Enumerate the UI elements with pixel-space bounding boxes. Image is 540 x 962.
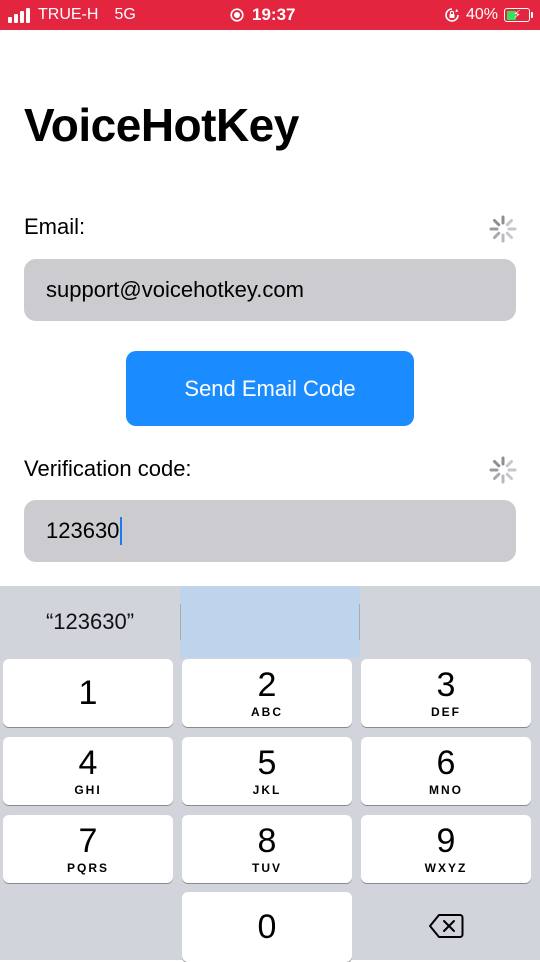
- suggestion-divider: [359, 604, 360, 640]
- key-6[interactable]: 6 MNO: [361, 737, 531, 805]
- numeric-keyboard: “123630” 1 2 ABC 3 DEF 4 GHI 5 JKL 6 MNO…: [0, 586, 540, 962]
- delete-key[interactable]: [360, 892, 532, 960]
- status-center: 19:37: [230, 0, 295, 30]
- status-bar: TRUE-H 5G 19:37 40% ⚡: [0, 0, 540, 30]
- clock: 19:37: [252, 5, 296, 24]
- key-8[interactable]: 8 TUV: [182, 815, 352, 883]
- suggestion-divider: [180, 604, 181, 640]
- loading-spinner-icon: [489, 215, 517, 243]
- backspace-icon: [429, 914, 464, 938]
- suggestion-slot-center[interactable]: [180, 586, 360, 658]
- key-2[interactable]: 2 ABC: [182, 659, 352, 727]
- key-7[interactable]: 7 PQRS: [3, 815, 173, 883]
- page-title: VoiceHotKey: [24, 99, 299, 151]
- email-label: Email:: [24, 214, 86, 239]
- send-button-label: Send Email Code: [184, 375, 356, 401]
- loading-spinner-icon: [489, 456, 517, 484]
- status-right: 40% ⚡: [444, 0, 533, 30]
- verification-label: Verification code:: [24, 456, 192, 481]
- key-0[interactable]: 0: [182, 892, 352, 962]
- email-value: support@voicehotkey.com: [46, 277, 304, 302]
- battery-icon: ⚡: [504, 8, 533, 22]
- email-field[interactable]: support@voicehotkey.com: [24, 259, 516, 321]
- verification-code-value: 123630: [46, 518, 120, 543]
- key-3[interactable]: 3 DEF: [361, 659, 531, 727]
- orientation-lock-icon: [445, 8, 459, 22]
- key-5[interactable]: 5 JKL: [182, 737, 352, 805]
- verification-code-field[interactable]: 123630: [24, 500, 516, 562]
- text-caret: [120, 517, 123, 545]
- carrier-name: TRUE-H: [38, 6, 99, 23]
- battery-percent: 40%: [465, 6, 498, 23]
- suggestion-bar: “123630”: [0, 586, 540, 658]
- recording-icon: [230, 8, 244, 22]
- send-email-code-button[interactable]: Send Email Code: [126, 351, 414, 426]
- signal-icon: [8, 7, 30, 23]
- network-type: 5G: [114, 6, 136, 23]
- suggestion-item[interactable]: “123630”: [0, 586, 180, 658]
- key-4[interactable]: 4 GHI: [3, 737, 173, 805]
- key-9[interactable]: 9 WXYZ: [361, 815, 531, 883]
- status-left: TRUE-H 5G: [8, 0, 136, 30]
- key-1[interactable]: 1: [3, 659, 173, 727]
